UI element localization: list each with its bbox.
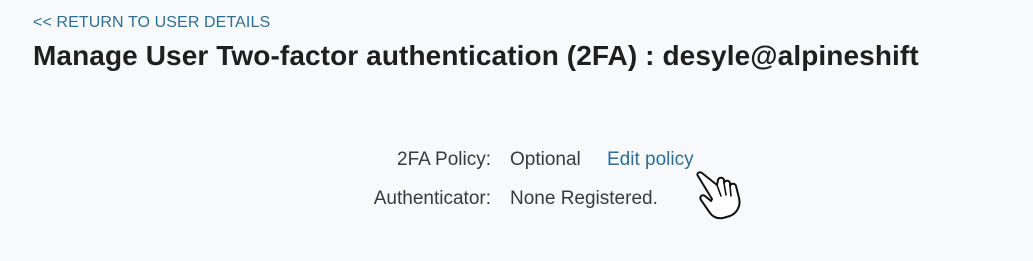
authenticator-value: None Registered. [510, 188, 658, 209]
authenticator-row: Authenticator: None Registered. [0, 186, 1033, 225]
two-factor-details: 2FA Policy: Optional Edit policy Authent… [0, 147, 1033, 225]
return-to-user-details-link[interactable]: << RETURN TO USER DETAILS [33, 14, 270, 32]
hand-pointer-icon [696, 171, 741, 220]
edit-policy-link[interactable]: Edit policy [607, 149, 694, 171]
policy-label: 2FA Policy: [397, 149, 491, 170]
page-title: Manage User Two-factor authentication (2… [33, 40, 919, 71]
authenticator-label: Authenticator: [373, 188, 491, 209]
policy-row: 2FA Policy: Optional Edit policy [0, 147, 1033, 186]
policy-value: Optional [510, 149, 581, 170]
